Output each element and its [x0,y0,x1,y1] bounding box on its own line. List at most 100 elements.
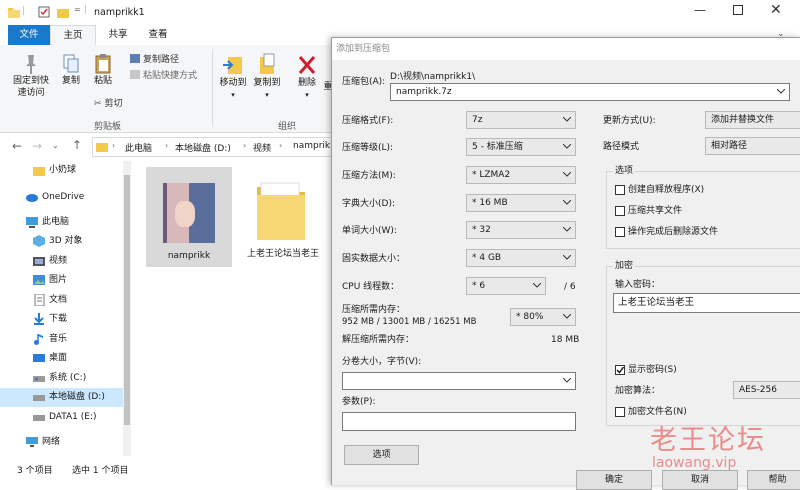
solid-size-select[interactable]: * 4 GB [466,249,576,267]
delete-button[interactable]: 删除 ▾ [292,53,322,101]
pin-quick-access-button[interactable]: 固定到快 速访问 [8,53,54,99]
documents-icon [33,294,45,306]
update-mode-label: 更新方式(U): [603,116,656,126]
file-name: namprikk [167,251,211,261]
quick-access-dropdown-icon[interactable]: = [74,5,81,14]
cpu-total: / 6 [564,282,576,292]
paste-button[interactable]: 粘贴 [88,53,118,87]
shared-files-checkbox[interactable]: 压缩共享文件 [615,205,682,217]
nav-item-drive-d[interactable]: 本地磁盘 (D:) [0,388,125,407]
nav-item-onedrive[interactable]: OneDrive [0,188,125,207]
cpu-threads-select[interactable]: * 6 [466,277,546,295]
format-label: 压缩格式(F): [342,116,394,126]
cut-button[interactable]: ✂ 剪切 [94,98,123,110]
chevron-down-icon: ▾ [265,91,269,99]
maximize-icon[interactable] [733,5,743,15]
delete-after-checkbox[interactable]: 操作完成后删除源文件 [615,226,718,238]
copy-to-button[interactable]: 复制到 ▾ [250,53,284,101]
parameters-input[interactable] [342,412,576,431]
paste-shortcut-button[interactable]: 粘贴快捷方式 [130,70,197,82]
nav-item-video[interactable]: 视频 [0,252,125,271]
update-mode-select[interactable]: 添加并替换文件 [705,111,800,129]
nav-item-music[interactable]: 音乐 [0,330,125,349]
show-password-checkbox[interactable]: 显示密码(S) [615,364,677,376]
up-arrow-icon[interactable]: ↑ [72,138,82,152]
nav-item-downloads[interactable]: 下载 [0,310,125,329]
item-count: 3 个项目 [17,466,53,476]
forward-arrow-icon[interactable]: → [32,139,42,153]
copy-button[interactable]: 复制 [56,53,86,87]
chevron-down-icon [563,227,571,232]
archive-path: D:\视频\namprikk1\ [390,72,476,82]
encryption-groupbox: 加密 输入密码： 上老王论坛当老王 显示密码(S) 加密算法： AES-256 … [606,260,800,426]
recent-locations-chevron-icon[interactable]: ⌄ [52,141,59,150]
folder-icon [8,7,20,18]
breadcrumb-drive-d[interactable]: 本地磁盘 (D:) [175,141,231,154]
parameters-label: 参数(P): [342,397,376,407]
back-arrow-icon[interactable]: ← [12,139,22,153]
file-item-video[interactable]: namprikk [146,167,232,267]
tab-home[interactable]: 主页 [50,25,96,45]
sfx-checkbox[interactable]: 创建自释放程序(X) [615,184,704,196]
breadcrumb-current-folder[interactable]: namprikk [293,141,335,151]
ok-button[interactable]: 确定 [576,470,652,490]
folder-icon [255,177,307,243]
pin-label: 固定到快 速访问 [12,76,49,98]
nav-item-pictures[interactable]: 图片 [0,271,125,290]
method-select[interactable]: * LZMA2 [466,166,576,184]
encryption-method-select[interactable]: AES-256 [733,381,800,399]
move-to-button[interactable]: 移动到 ▾ [216,53,250,101]
minimize-icon[interactable]: — [694,3,706,17]
chevron-down-icon [533,283,541,288]
path-mode-label: 路径模式 [603,142,640,152]
memory-detail: 952 MB / 13001 MB / 16251 MB [342,317,477,327]
dict-size-select[interactable]: * 16 MB [466,194,576,212]
solid-size-label: 固实数据大小： [342,254,406,264]
copy-path-button[interactable]: 复制路径 [130,54,179,66]
new-folder-icon[interactable] [57,7,69,18]
memory-percent-select[interactable]: * 80% [510,308,576,326]
close-icon[interactable]: ✕ [770,2,782,18]
nav-item-xiaonaiqiu[interactable]: 小奶球 [0,161,125,180]
tab-view[interactable]: 查看 [140,25,176,45]
nav-item-documents[interactable]: 文档 [0,291,125,310]
split-size-combo[interactable] [342,372,576,390]
format-select[interactable]: 7z [466,111,576,129]
tab-share[interactable]: 共享 [100,25,136,45]
options-button[interactable]: 选项 [344,445,419,465]
path-mode-select[interactable]: 相对路径 [705,137,800,155]
nav-scrollbar[interactable] [123,161,131,456]
network-icon [25,436,38,448]
watermark-text: 老王论坛 [650,425,766,456]
encryption-method-label: 加密算法： [615,386,661,396]
nav-item-desktop[interactable]: 桌面 [0,349,125,368]
level-select[interactable]: 5 - 标准压缩 [466,138,576,156]
cancel-button[interactable]: 取消 [662,470,738,490]
decompress-memory-value: 18 MB [551,335,580,345]
nav-item-drive-c[interactable]: 系统 (C:) [0,369,125,388]
password-input[interactable]: 上老王论坛当老王 [613,293,800,313]
archive-label: 压缩包(A): [342,77,386,87]
pictures-icon [33,274,45,286]
properties-icon[interactable] [38,6,50,18]
word-size-select[interactable]: * 32 [466,221,576,239]
archive-name-combo[interactable]: namprikk.7z [390,83,790,101]
copy-path-icon [130,54,140,63]
chevron-down-icon [563,378,571,383]
breadcrumb-video[interactable]: 视频 [253,141,271,154]
breadcrumb-chevron-icon: › [279,141,283,150]
nav-scrollbar-thumb[interactable] [124,175,130,425]
address-field[interactable]: › 此电脑 › 本地磁盘 (D:) › 视频 › namprikk [92,137,335,157]
help-button[interactable]: 帮助 [747,470,800,490]
nav-item-drive-e[interactable]: DATA1 (E:) [0,408,125,427]
decompress-memory-label: 解压缩所需内存： [342,335,415,345]
nav-item-this-pc[interactable]: 此电脑 [0,213,125,232]
breadcrumb-this-pc[interactable]: 此电脑 [125,141,152,154]
nav-item-network[interactable]: 网络 [0,433,125,452]
nav-item-3d-objects[interactable]: 3D 对象 [0,232,125,251]
encrypt-filenames-checkbox[interactable]: 加密文件名(N) [615,406,687,418]
file-item-folder[interactable]: 上老王论坛当老王 [243,167,323,277]
tab-file[interactable]: 文件 [8,25,50,45]
breadcrumb-chevron-icon: › [112,141,116,150]
cloud-icon [25,191,38,203]
